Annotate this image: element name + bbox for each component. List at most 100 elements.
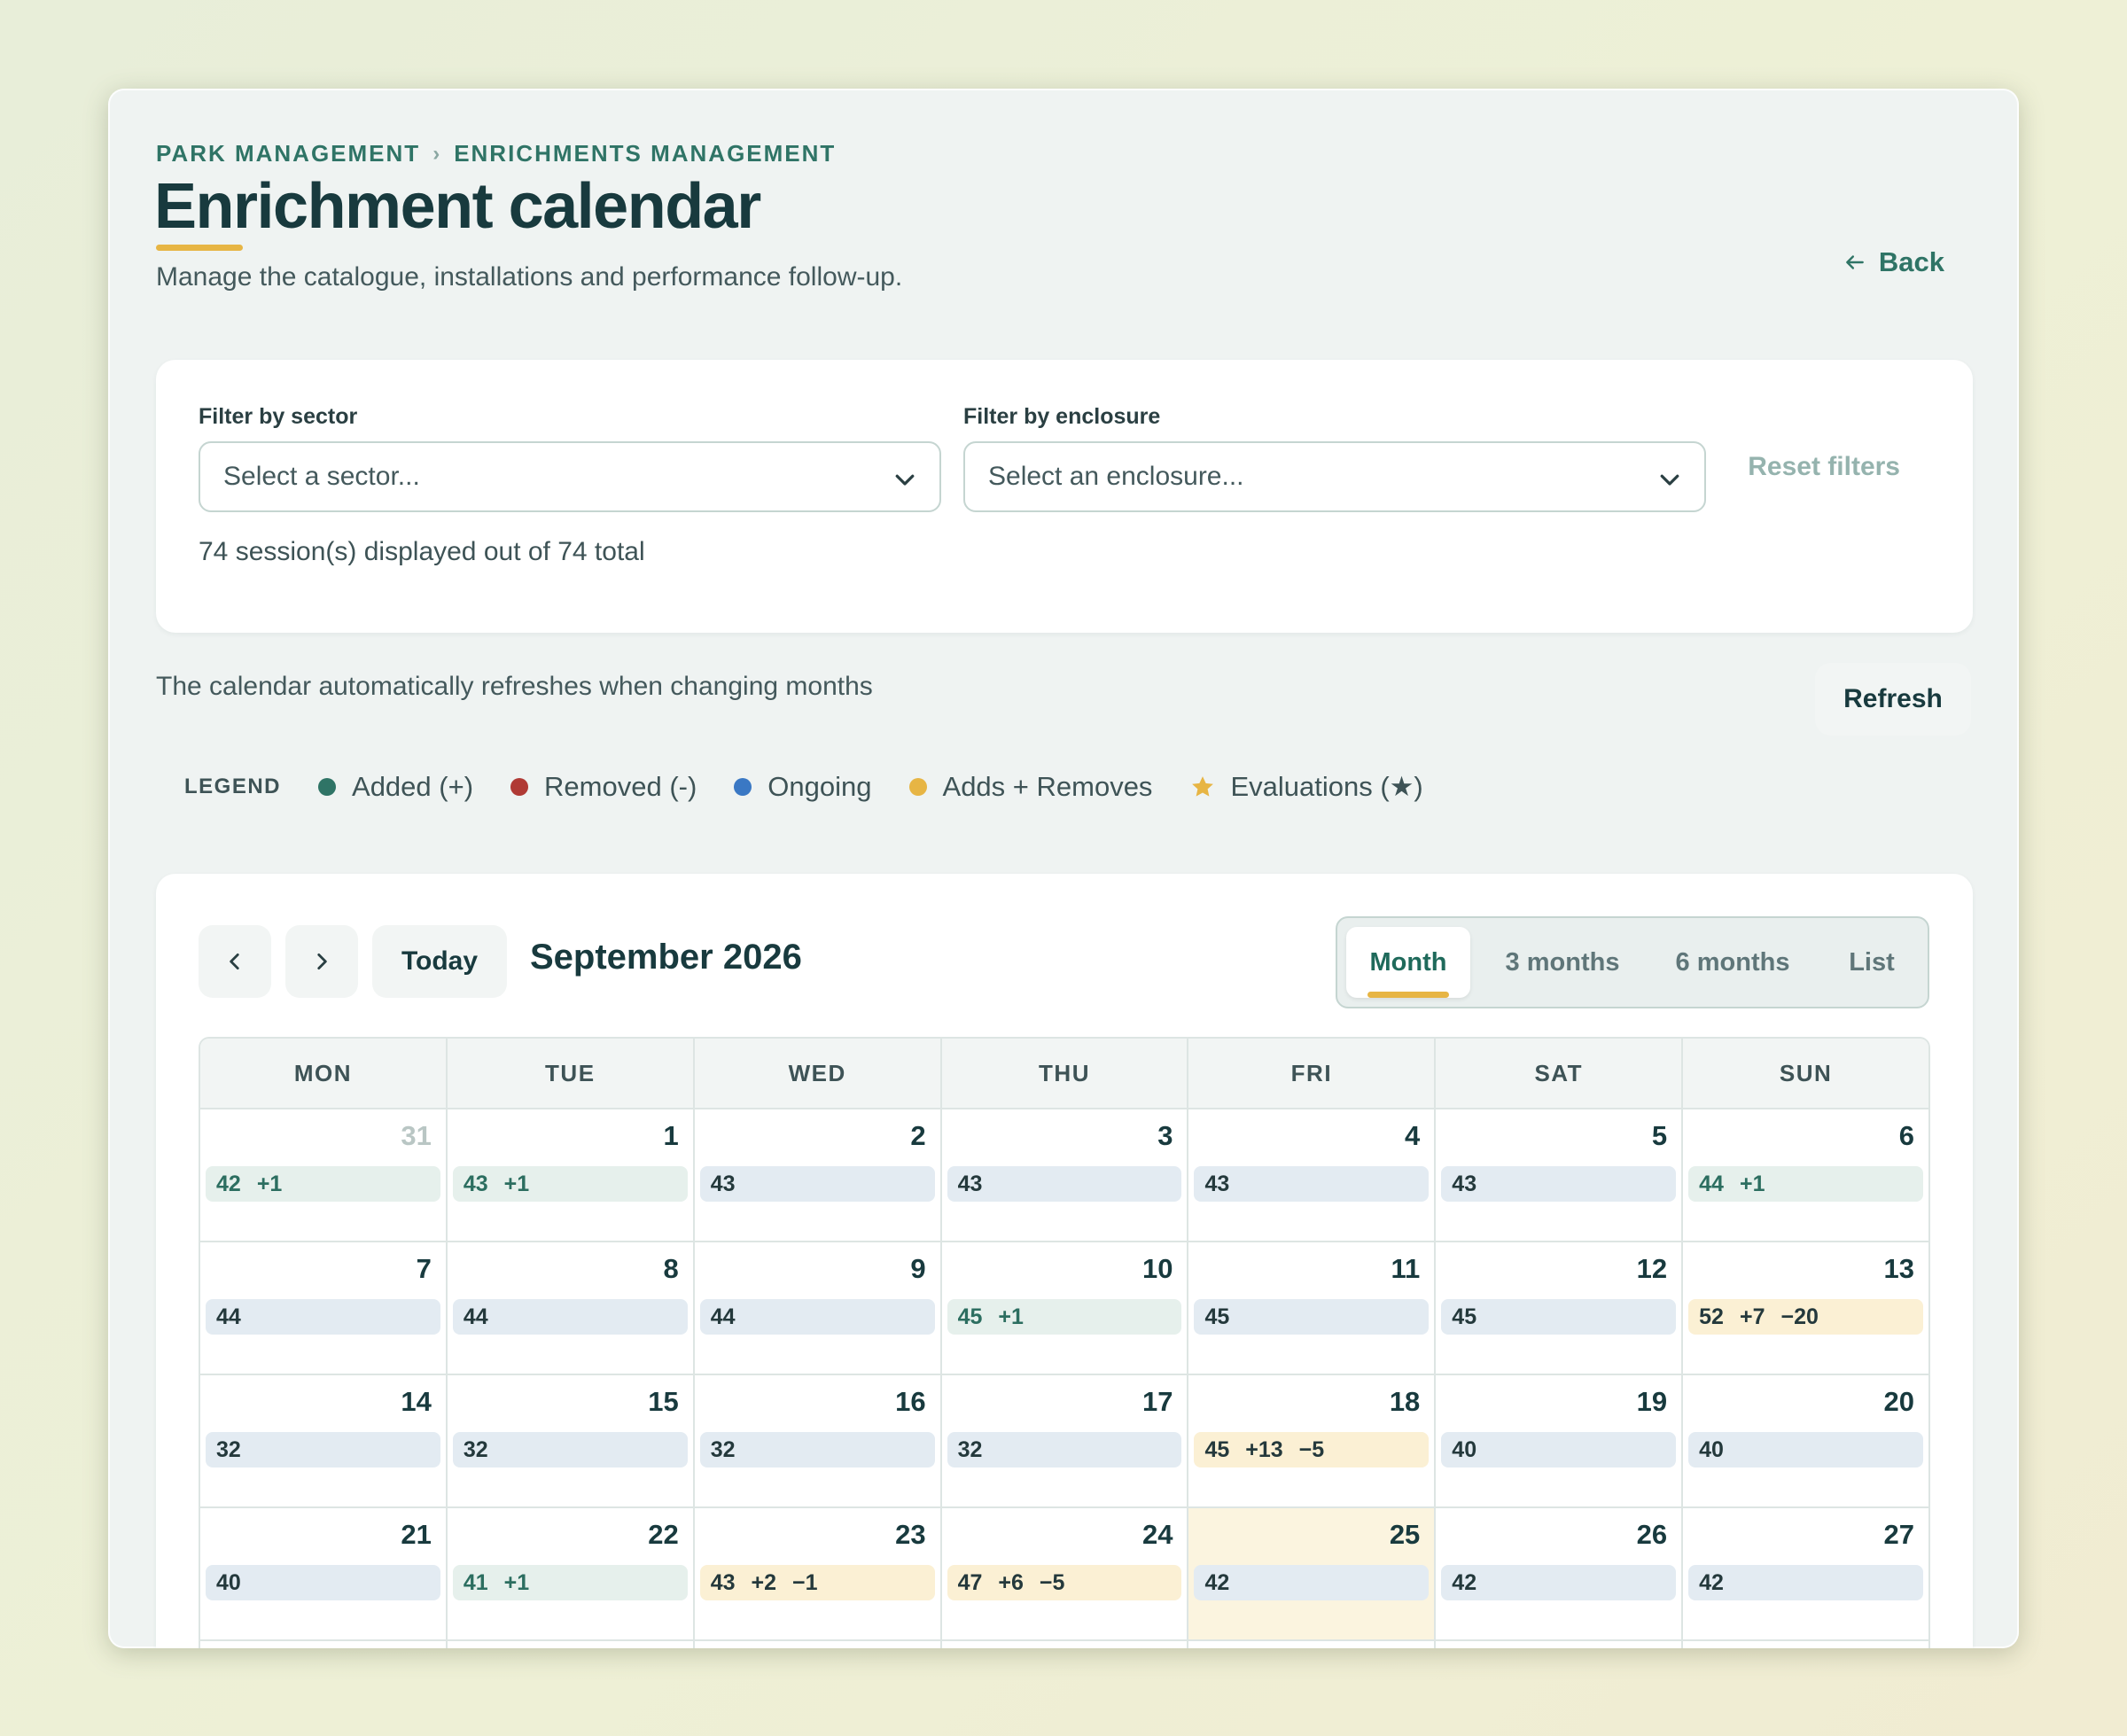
day-cell[interactable]: 5 43	[1436, 1109, 1684, 1241]
today-button[interactable]: Today	[372, 925, 507, 998]
session-chip[interactable]: 43	[947, 1166, 1182, 1202]
day-cell-today[interactable]: 25 42	[1188, 1508, 1437, 1639]
session-count: 47	[957, 1569, 983, 1595]
week-row: 31 42 +1 1 43 +1 2 43 3 43 4 43 5 43 6 44 +1	[200, 1109, 1928, 1242]
day-cell[interactable]	[694, 1641, 942, 1648]
session-chip[interactable]: 42	[1688, 1565, 1924, 1600]
day-cell[interactable]: 14 32	[200, 1375, 448, 1506]
day-cell[interactable]	[1436, 1641, 1684, 1648]
session-chip[interactable]: 32	[699, 1432, 935, 1467]
session-chip[interactable]: 52 +7 −20	[1688, 1299, 1924, 1335]
session-chip[interactable]: 44	[452, 1299, 688, 1335]
session-count: 52	[1699, 1304, 1724, 1329]
session-chip[interactable]: 43 +2 −1	[699, 1565, 935, 1600]
day-cell[interactable]: 12 45	[1436, 1242, 1684, 1374]
session-count: 43	[1204, 1171, 1230, 1196]
day-cell[interactable]: 20 40	[1683, 1375, 1928, 1506]
session-chip[interactable]: 40	[1441, 1432, 1677, 1467]
weekday-label: SAT	[1436, 1039, 1684, 1108]
session-chip[interactable]: 44	[206, 1299, 440, 1335]
legend-label: Evaluations (★)	[1230, 771, 1423, 802]
reset-filters-button[interactable]: Reset filters	[1748, 452, 1900, 482]
previous-month-button[interactable]	[199, 925, 271, 998]
tab-month[interactable]: Month	[1346, 927, 1470, 998]
day-number: 25	[1389, 1519, 1421, 1550]
session-chip[interactable]: 45	[1194, 1299, 1430, 1335]
sector-select[interactable]: Select a sector...	[199, 441, 941, 512]
session-chip[interactable]: 43 +1	[452, 1166, 688, 1202]
breadcrumb-item-enrichments-management[interactable]: ENRICHMENTS MANAGEMENT	[454, 140, 836, 167]
day-cell[interactable]: 3 43	[941, 1109, 1189, 1241]
day-cell[interactable]: 16 32	[694, 1375, 942, 1506]
day-cell[interactable]: 6 44 +1	[1683, 1109, 1928, 1241]
day-cell[interactable]: 26 42	[1436, 1508, 1684, 1639]
back-button-label: Back	[1878, 246, 1944, 277]
tab-6-months[interactable]: 6 months	[1655, 927, 1811, 998]
day-cell[interactable]: 13 52 +7 −20	[1683, 1242, 1928, 1374]
added-count: +2	[751, 1569, 777, 1595]
session-chip[interactable]: 44 +1	[1688, 1166, 1924, 1202]
day-cell[interactable]: 4 43	[1188, 1109, 1437, 1241]
day-cell[interactable]: 19 40	[1436, 1375, 1684, 1506]
day-number: 17	[1141, 1386, 1173, 1417]
session-chip[interactable]: 44	[699, 1299, 935, 1335]
back-button[interactable]: Back	[1843, 246, 1944, 278]
day-cell[interactable]: 22 41 +1	[447, 1508, 695, 1639]
session-chip[interactable]: 42	[1194, 1565, 1430, 1600]
day-number: 3	[1157, 1120, 1173, 1151]
session-chip[interactable]: 41 +1	[452, 1565, 688, 1600]
session-chip[interactable]: 45 +1	[947, 1299, 1182, 1335]
session-chip[interactable]: 40	[1688, 1432, 1924, 1467]
session-chip[interactable]: 45	[1441, 1299, 1677, 1335]
day-cell[interactable]: 21 40	[200, 1508, 448, 1639]
day-cell[interactable]: 24 47 +6 −5	[941, 1508, 1189, 1639]
day-cell[interactable]: 1 43 +1	[447, 1109, 695, 1241]
session-chip[interactable]: 32	[452, 1432, 688, 1467]
day-number: 15	[648, 1386, 679, 1417]
day-cell[interactable]: 27 42	[1683, 1508, 1928, 1639]
day-cell[interactable]: 23 43 +2 −1	[694, 1508, 942, 1639]
page-title: Enrichment calendar	[154, 171, 761, 242]
session-count: 45	[1204, 1436, 1230, 1462]
session-chip[interactable]: 43	[699, 1166, 935, 1202]
day-cell[interactable]	[200, 1641, 448, 1648]
session-chip[interactable]: 32	[947, 1432, 1182, 1467]
breadcrumb-item-park-management[interactable]: PARK MANAGEMENT	[156, 140, 420, 167]
enclosure-select-placeholder: Select an enclosure...	[988, 462, 1244, 491]
next-month-button[interactable]	[285, 925, 358, 998]
session-chip[interactable]: 43	[1441, 1166, 1677, 1202]
day-cell[interactable]: 2 43	[694, 1109, 942, 1241]
day-cell[interactable]: 10 45 +1	[941, 1242, 1189, 1374]
day-cell[interactable]: 17 32	[941, 1375, 1189, 1506]
added-count: +1	[503, 1171, 530, 1196]
day-cell[interactable]: 18 45 +13 −5	[1188, 1375, 1437, 1506]
session-chip[interactable]: 32	[206, 1432, 440, 1467]
session-chip[interactable]: 45 +13 −5	[1194, 1432, 1430, 1467]
sector-select-placeholder: Select a sector...	[223, 462, 420, 491]
session-chip[interactable]: 40	[206, 1565, 440, 1600]
day-cell[interactable]: 7 44	[200, 1242, 448, 1374]
session-chip[interactable]: 42	[1441, 1565, 1677, 1600]
day-cell[interactable]: 31 42 +1	[200, 1109, 448, 1241]
enclosure-select[interactable]: Select an enclosure...	[963, 441, 1706, 512]
day-cell[interactable]: 11 45	[1188, 1242, 1437, 1374]
refresh-button[interactable]: Refresh	[1815, 663, 1971, 736]
tab-3-months[interactable]: 3 months	[1484, 927, 1640, 998]
day-cell[interactable]: 15 32	[447, 1375, 695, 1506]
day-cell[interactable]	[447, 1641, 695, 1648]
added-count: +1	[1739, 1171, 1765, 1196]
day-number: 19	[1636, 1386, 1668, 1417]
day-cell[interactable]	[1683, 1641, 1928, 1648]
tab-list[interactable]: List	[1825, 927, 1919, 998]
day-cell[interactable]	[941, 1641, 1189, 1648]
session-chip[interactable]: 42 +1	[206, 1166, 440, 1202]
session-count: 43	[710, 1171, 736, 1196]
day-number: 1	[663, 1120, 679, 1151]
day-cell[interactable]: 9 44	[694, 1242, 942, 1374]
day-number: 9	[910, 1253, 926, 1284]
session-chip[interactable]: 47 +6 −5	[947, 1565, 1182, 1600]
legend: LEGEND Added (+) Removed (-) Ongoing Add…	[184, 771, 1461, 803]
session-chip[interactable]: 43	[1194, 1166, 1430, 1202]
day-cell[interactable]: 8 44	[447, 1242, 695, 1374]
day-cell[interactable]	[1188, 1641, 1437, 1648]
